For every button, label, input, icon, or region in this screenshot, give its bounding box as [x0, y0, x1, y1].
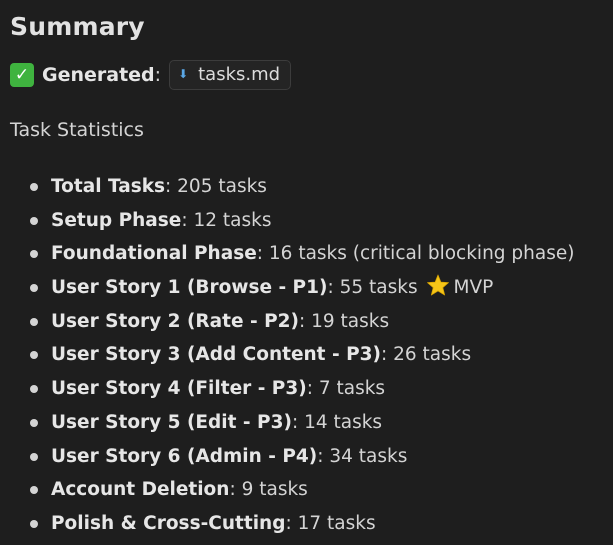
- item-value: 17 tasks: [297, 512, 376, 534]
- list-item: User Story 4 (Filter - P3): 7 tasks: [10, 372, 610, 406]
- item-value: 205 tasks: [177, 176, 267, 197]
- item-label: User Story 5 (Edit - P3): [51, 411, 292, 433]
- item-separator: :: [256, 243, 269, 265]
- item-label: User Story 2 (Rate - P2): [51, 310, 299, 332]
- generated-line: ✓ Generated: ⬇ tasks.md: [10, 60, 292, 90]
- item-label: Setup Phase: [51, 209, 182, 231]
- item-separator: :: [317, 445, 330, 467]
- item-separator: :: [291, 411, 305, 433]
- item-separator: :: [306, 378, 319, 400]
- download-arrow-icon: ⬇: [178, 66, 189, 81]
- item-label: Account Deletion: [51, 479, 230, 501]
- list-item: User Story 1 (Browse - P1): 55 tasks MVP: [10, 271, 610, 305]
- item-label: User Story 3 (Add Content - P3): [51, 344, 381, 366]
- task-statistics-title: Task Statistics: [10, 119, 144, 141]
- item-label: Polish & Cross-Cutting: [51, 512, 286, 534]
- list-item: User Story 2 (Rate - P2): 19 tasks: [10, 305, 610, 339]
- list-item: User Story 6 (Admin - P4): 34 tasks: [10, 440, 610, 474]
- check-mark-icon: ✓: [10, 63, 34, 87]
- list-item: Polish & Cross-Cutting: 17 tasks: [10, 507, 610, 541]
- item-label: User Story 4 (Filter - P3): [51, 378, 307, 400]
- file-link-label: tasks.md: [198, 64, 281, 85]
- bullet-icon: [30, 183, 38, 191]
- list-item: Total Tasks: 205 tasks: [10, 170, 610, 204]
- item-value: 26 tasks: [393, 344, 472, 366]
- bullet-icon: [30, 351, 38, 360]
- item-separator: :: [285, 512, 298, 534]
- list-item: User Story 3 (Add Content - P3): 26 task…: [10, 338, 610, 372]
- bullet-icon: [30, 418, 38, 427]
- item-label: User Story 6 (Admin - P4): [51, 445, 318, 467]
- summary-heading: Summary: [10, 12, 145, 41]
- task-statistics-list: Total Tasks: 205 tasks Setup Phase: 12 t…: [10, 170, 610, 541]
- bullet-icon: [30, 317, 38, 326]
- item-value: 9 tasks: [241, 479, 308, 501]
- item-separator: :: [165, 176, 178, 197]
- item-label: User Story 1 (Browse - P1): [51, 277, 328, 299]
- item-value: 55 tasks: [339, 277, 418, 299]
- mvp-tag: MVP: [453, 277, 494, 299]
- bullet-icon: [30, 216, 38, 225]
- bullet-icon: [30, 452, 38, 461]
- item-separator: :: [181, 209, 194, 231]
- bullet-icon: [30, 385, 38, 394]
- file-link-tasks-md[interactable]: ⬇ tasks.md: [169, 60, 292, 90]
- star-icon: [426, 274, 450, 308]
- bullet-icon: [30, 284, 38, 293]
- bullet-icon: [30, 519, 38, 528]
- bullet-icon: [30, 250, 38, 259]
- item-value: 14 tasks: [304, 411, 383, 433]
- generated-label: Generated: [42, 64, 155, 86]
- list-item: Setup Phase: 12 tasks: [10, 204, 610, 238]
- item-value: 16 tasks (critical blocking phase): [268, 243, 575, 265]
- item-separator: :: [327, 277, 340, 299]
- item-separator: :: [380, 344, 394, 366]
- item-value: 12 tasks: [193, 209, 272, 231]
- list-item: Account Deletion: 9 tasks: [10, 473, 610, 507]
- item-value: 34 tasks: [329, 445, 408, 467]
- item-value: 19 tasks: [311, 310, 390, 332]
- list-item: Foundational Phase: 16 tasks (critical b…: [10, 237, 610, 271]
- item-separator: :: [298, 310, 312, 332]
- item-value: 7 tasks: [318, 378, 386, 400]
- generated-colon: :: [154, 64, 162, 86]
- list-item: User Story 5 (Edit - P3): 14 tasks: [10, 406, 610, 440]
- bullet-icon: [30, 486, 38, 495]
- item-label: Total Tasks: [51, 176, 166, 197]
- item-separator: :: [229, 479, 242, 501]
- item-label: Foundational Phase: [51, 243, 257, 265]
